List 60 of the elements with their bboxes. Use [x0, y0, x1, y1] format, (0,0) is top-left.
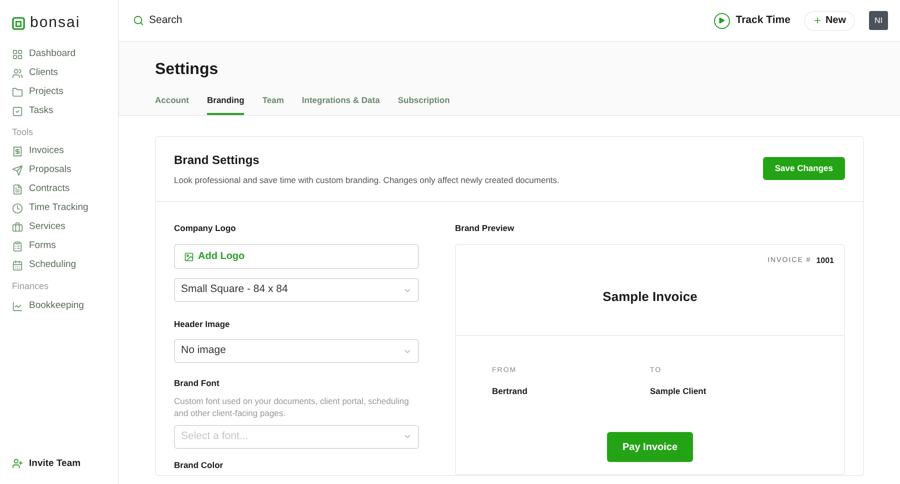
sidebar-item[interactable]: Dashboard — [12, 44, 106, 64]
briefcase-icon — [12, 222, 23, 233]
field-label: Company Logo — [174, 222, 237, 234]
folder-icon — [12, 86, 23, 98]
pay-invoice-button[interactable]: Pay Invoice — [607, 432, 693, 462]
sidebar-item[interactable]: Projects — [12, 82, 106, 102]
people-icon — [12, 68, 23, 78]
sidebar-item[interactable]: Proposals — [12, 161, 106, 180]
invite-team-link[interactable]: Invite Team — [12, 456, 106, 471]
settings-tab[interactable]: Team — [262, 94, 284, 115]
sidebar-item[interactable]: Clients — [12, 64, 106, 82]
clock-icon — [12, 203, 23, 214]
brand-name: bonsai — [30, 13, 80, 33]
search-icon — [133, 15, 144, 26]
invoice-title: Sample Invoice — [602, 288, 698, 306]
from-value: Bertrand — [492, 385, 528, 398]
search-field[interactable]: Search — [133, 12, 714, 28]
card-description: Look professional and save time with custom branding. Changes only affect newly created documents. — [174, 174, 560, 186]
play-icon — [714, 12, 730, 28]
track-time-button[interactable]: Track Time — [714, 12, 790, 28]
section-heading: Tools — [12, 126, 34, 138]
field-label: Brand Preview — [455, 222, 516, 234]
sidebar-item[interactable]: Tasks — [12, 102, 106, 120]
sidebar-item[interactable]: Time Tracking — [12, 199, 106, 218]
sidebar-item[interactable]: Invoices — [12, 142, 106, 161]
field-label: Header Image — [174, 318, 231, 331]
settings-tab[interactable]: Integrations & Data — [302, 94, 380, 115]
user-avatar[interactable]: NI — [869, 11, 888, 30]
checkbox-icon — [12, 106, 23, 116]
clipboard-icon — [12, 241, 23, 252]
receipt-icon — [12, 146, 23, 157]
sidebar-item[interactable]: Bookkeeping — [12, 296, 106, 316]
add-logo-button[interactable]: Add Logo — [174, 244, 419, 270]
page-title: Settings — [155, 60, 220, 80]
field-label: Brand Font — [174, 377, 220, 390]
card-title: Brand Settings — [174, 152, 260, 169]
invoice-number: 1001 — [816, 255, 834, 268]
new-button[interactable]: New — [804, 10, 855, 30]
grid-icon — [12, 48, 23, 60]
settings-tab[interactable]: Subscription — [398, 94, 450, 115]
field-label: Brand Color — [174, 458, 224, 472]
sidebar-item[interactable]: Contracts — [12, 180, 106, 199]
logo-size-select[interactable]: Small Square - 84 x 84 — [174, 278, 419, 302]
document-icon — [12, 184, 23, 195]
chart-icon — [12, 300, 23, 312]
logo-icon — [12, 16, 25, 30]
section-heading: Finances — [12, 280, 50, 293]
sidebar-item[interactable]: Forms — [12, 237, 106, 256]
settings-tab[interactable]: Account — [155, 94, 189, 115]
save-changes-button[interactable]: Save Changes — [762, 157, 845, 180]
header-image-select[interactable]: No image — [174, 339, 419, 363]
user-plus-icon — [12, 458, 23, 470]
sidebar-item[interactable]: Services — [12, 218, 106, 237]
to-value: Sample Client — [650, 385, 708, 398]
calendar-icon — [12, 260, 23, 271]
plus-icon — [813, 16, 822, 25]
image-icon — [184, 252, 194, 262]
paper-plane-icon — [12, 165, 23, 176]
field-hint: Custom font used on your documents, client portal, scheduling and other client-facing pages. — [174, 394, 410, 419]
sidebar-item[interactable]: Scheduling — [12, 256, 106, 275]
